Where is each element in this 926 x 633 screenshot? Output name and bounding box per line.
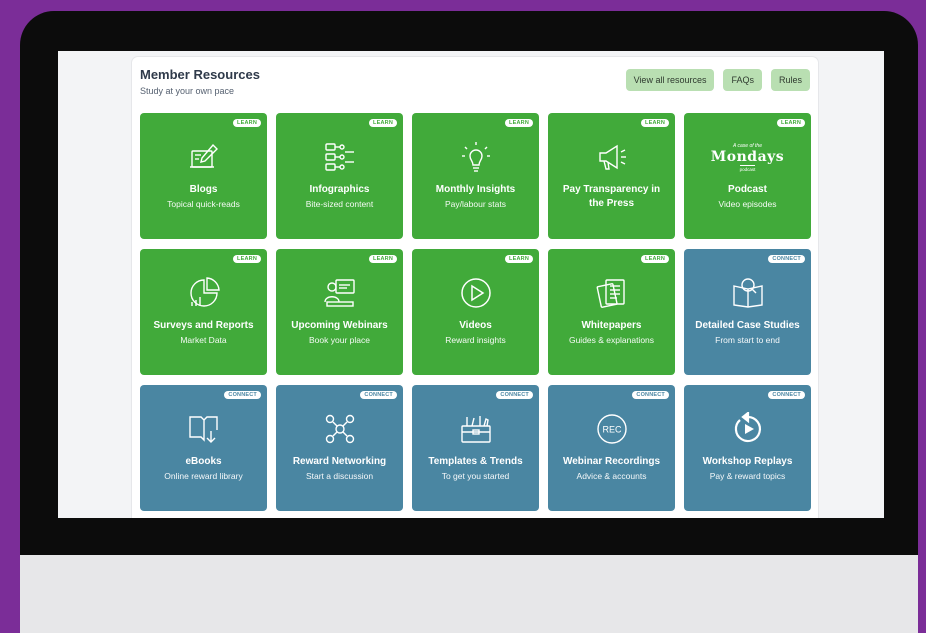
tile-badge: CONNECT [632, 391, 669, 399]
monitor-chin [20, 555, 918, 633]
view-all-resources-button[interactable]: View all resources [625, 69, 715, 91]
mondays-podcast-logo: A case of the Mondays podcast [711, 139, 784, 175]
tile-podcast[interactable]: LEARN A case of the Mondays podcast Podc… [684, 113, 811, 239]
tile-whitepapers[interactable]: LEARN Whitepapers Guides & explanations [548, 249, 675, 375]
blog-writing-icon [184, 139, 224, 175]
tile-title: Detailed Case Studies [695, 320, 800, 331]
tile-surveys-reports[interactable]: LEARN Surveys and Reports Market Data [140, 249, 267, 375]
tile-badge: CONNECT [360, 391, 397, 399]
tile-monthly-insights[interactable]: LEARN Monthly Insights Pay/labour stats [412, 113, 539, 239]
tile-subtitle: Online reward library [164, 471, 243, 481]
tile-webinar-recordings[interactable]: CONNECT REC Webinar Recordings Advice & … [548, 385, 675, 511]
documents-icon [592, 275, 632, 311]
resource-grid: LEARN Blogs Topical quick-reads LEARN In… [140, 113, 811, 511]
tile-subtitle: Advice & accounts [576, 471, 647, 481]
podcast-logo-main: Mondays [710, 148, 785, 165]
podcast-logo-bottom: podcast [739, 164, 756, 172]
network-people-icon [320, 411, 360, 447]
tile-subtitle: From start to end [715, 335, 780, 345]
tile-title: Webinar Recordings [562, 456, 661, 467]
tile-badge: LEARN [233, 255, 261, 263]
tile-badge: CONNECT [496, 391, 533, 399]
svg-text:REC: REC [602, 425, 622, 435]
tile-videos[interactable]: LEARN Videos Reward insights [412, 249, 539, 375]
tile-upcoming-webinars[interactable]: LEARN Upcoming Webinars Book your place [276, 249, 403, 375]
screen: Member Resources Study at your own pace … [58, 51, 884, 518]
ebook-download-icon [184, 411, 224, 447]
tile-templates-trends[interactable]: CONNECT Templates & Trends To get you st… [412, 385, 539, 511]
tile-workshop-replays[interactable]: CONNECT Workshop Replays Pay & reward to… [684, 385, 811, 511]
tile-title: Blogs [189, 184, 218, 195]
tile-title: Monthly Insights [435, 184, 516, 195]
tile-title: Infographics [309, 184, 370, 195]
tile-title: Workshop Replays [702, 456, 793, 467]
tile-title: Reward Networking [292, 456, 387, 467]
tile-subtitle: Reward insights [445, 335, 506, 345]
header-actions: View all resources FAQs Rules [625, 69, 810, 91]
faqs-button[interactable]: FAQs [723, 69, 762, 91]
replay-icon [728, 411, 768, 447]
infographic-icon [320, 139, 360, 175]
webinar-presenter-icon [320, 275, 360, 311]
tile-title: Surveys and Reports [153, 320, 254, 331]
tile-subtitle: Start a discussion [305, 471, 374, 481]
panel-header: Member Resources Study at your own pace [140, 67, 260, 96]
toolbox-icon [456, 411, 496, 447]
tile-badge: LEARN [233, 119, 261, 127]
tile-badge: LEARN [641, 119, 669, 127]
tile-badge: LEARN [505, 255, 533, 263]
tile-ebooks[interactable]: CONNECT eBooks Online reward library [140, 385, 267, 511]
tile-case-studies[interactable]: CONNECT Detailed Case Studies From start… [684, 249, 811, 375]
tile-subtitle: Guides & explanations [568, 335, 655, 345]
tile-badge: CONNECT [768, 391, 805, 399]
tile-title: Videos [459, 320, 492, 331]
rules-button[interactable]: Rules [770, 69, 810, 91]
tile-reward-networking[interactable]: CONNECT Reward Networking Start a discus… [276, 385, 403, 511]
rec-circle-icon: REC [592, 411, 632, 447]
tile-title: Pay Transparency in the Press [562, 184, 661, 209]
tile-subtitle: Pay/labour stats [445, 199, 506, 209]
tile-pay-transparency[interactable]: LEARN Pay Transparency in the Press [548, 113, 675, 239]
page-subtitle: Study at your own pace [140, 86, 235, 96]
megaphone-icon [592, 139, 632, 175]
tile-subtitle: Book your place [309, 335, 370, 345]
tile-badge: CONNECT [224, 391, 261, 399]
page-title: Member Resources [140, 67, 260, 82]
tile-title: Whitepapers [581, 320, 642, 331]
tile-badge: LEARN [777, 119, 805, 127]
tile-blogs[interactable]: LEARN Blogs Topical quick-reads [140, 113, 267, 239]
tile-badge: LEARN [369, 255, 397, 263]
case-study-book-icon [728, 275, 768, 311]
tile-infographics[interactable]: LEARN Infographics Bite-sized content [276, 113, 403, 239]
tile-subtitle: Topical quick-reads [167, 199, 240, 209]
tile-title: Podcast [728, 184, 767, 195]
tile-title: Upcoming Webinars [291, 320, 388, 331]
tile-subtitle: Bite-sized content [305, 199, 374, 209]
pie-chart-icon [184, 275, 224, 311]
tile-title: Templates & Trends [428, 456, 523, 467]
lightbulb-icon [456, 139, 496, 175]
tile-subtitle: Pay & reward topics [709, 471, 786, 481]
tile-subtitle: To get you started [441, 471, 510, 481]
play-circle-icon [456, 275, 496, 311]
tile-badge: CONNECT [768, 255, 805, 263]
tile-badge: LEARN [505, 119, 533, 127]
tile-badge: LEARN [369, 119, 397, 127]
tile-subtitle: Video episodes [718, 199, 777, 209]
monitor-frame: Member Resources Study at your own pace … [20, 11, 918, 633]
member-resources-panel: Member Resources Study at your own pace … [132, 57, 818, 518]
tile-badge: LEARN [641, 255, 669, 263]
tile-title: eBooks [185, 456, 222, 467]
tile-subtitle: Market Data [180, 335, 227, 345]
